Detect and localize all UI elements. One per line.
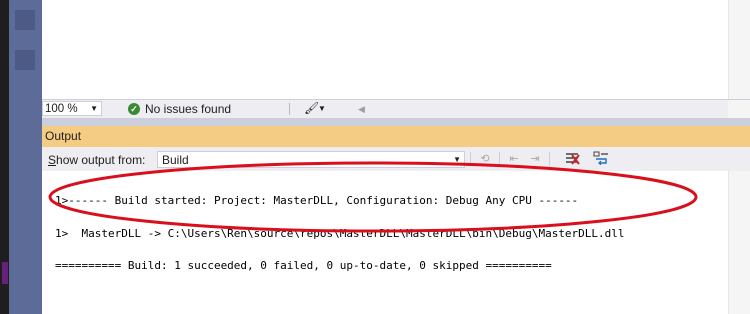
output-line: ========== Build: 1 succeeded, 0 failed,…	[55, 259, 552, 272]
output-text-area[interactable]: 1>------ Build started: Project: MasterD…	[42, 171, 750, 314]
editor-vertical-scrollbar[interactable]	[728, 0, 750, 99]
chevron-down-icon[interactable]: ▼	[318, 102, 326, 116]
divider	[289, 103, 290, 115]
scrollbar-corner	[728, 100, 750, 118]
gutter-tab[interactable]	[15, 10, 35, 30]
issues-status-label[interactable]: No issues found	[145, 102, 231, 116]
next-message-icon[interactable]: ⇥	[526, 151, 544, 167]
find-message-icon[interactable]: ⟲	[476, 151, 494, 167]
left-gutter	[9, 0, 42, 314]
panel-splitter[interactable]	[42, 118, 750, 126]
activity-bar	[0, 0, 9, 314]
clear-all-icon[interactable]	[563, 151, 581, 167]
access-key: S	[48, 153, 57, 167]
toolbar-divider	[499, 152, 500, 166]
accent-marker	[2, 262, 8, 284]
zoom-dropdown[interactable]: 100 % ▼	[42, 101, 102, 116]
editor-status-row: 100 % ▼ ✓ No issues found 🖌 ▼ ◀	[42, 99, 750, 118]
output-vertical-scrollbar[interactable]	[728, 171, 750, 314]
output-toolbar: Show output from: Build ▼ ⟲ ⇤ ⇥	[42, 147, 750, 171]
output-title: Output	[45, 129, 82, 143]
output-line: 1> MasterDLL -> C:\Users\Ren\source\repo…	[55, 226, 625, 240]
chevron-down-icon: ▼	[453, 155, 461, 164]
word-wrap-icon[interactable]	[592, 151, 610, 167]
code-editor[interactable]	[42, 0, 750, 99]
scroll-left-icon[interactable]: ◀	[358, 102, 365, 116]
gutter-tab[interactable]	[15, 50, 35, 70]
previous-message-icon[interactable]: ⇤	[505, 151, 523, 167]
toolbar-divider	[549, 152, 550, 166]
toolbar-divider	[470, 152, 471, 166]
chevron-down-icon: ▼	[90, 104, 98, 113]
brush-icon[interactable]: 🖌	[304, 101, 319, 115]
output-window-title-bar[interactable]: Output	[42, 126, 750, 147]
output-line: 1>------ Build started: Project: MasterD…	[55, 194, 579, 207]
output-lines: 1>------ Build started: Project: MasterD…	[55, 173, 625, 293]
check-circle-icon[interactable]: ✓	[128, 103, 140, 115]
zoom-value: 100 %	[45, 103, 78, 115]
show-output-from-label: Show output from:	[48, 153, 145, 167]
output-source-dropdown[interactable]: Build ▼	[157, 151, 465, 168]
show-output-from-text: how output from:	[56, 153, 146, 167]
output-source-value: Build	[162, 153, 189, 167]
